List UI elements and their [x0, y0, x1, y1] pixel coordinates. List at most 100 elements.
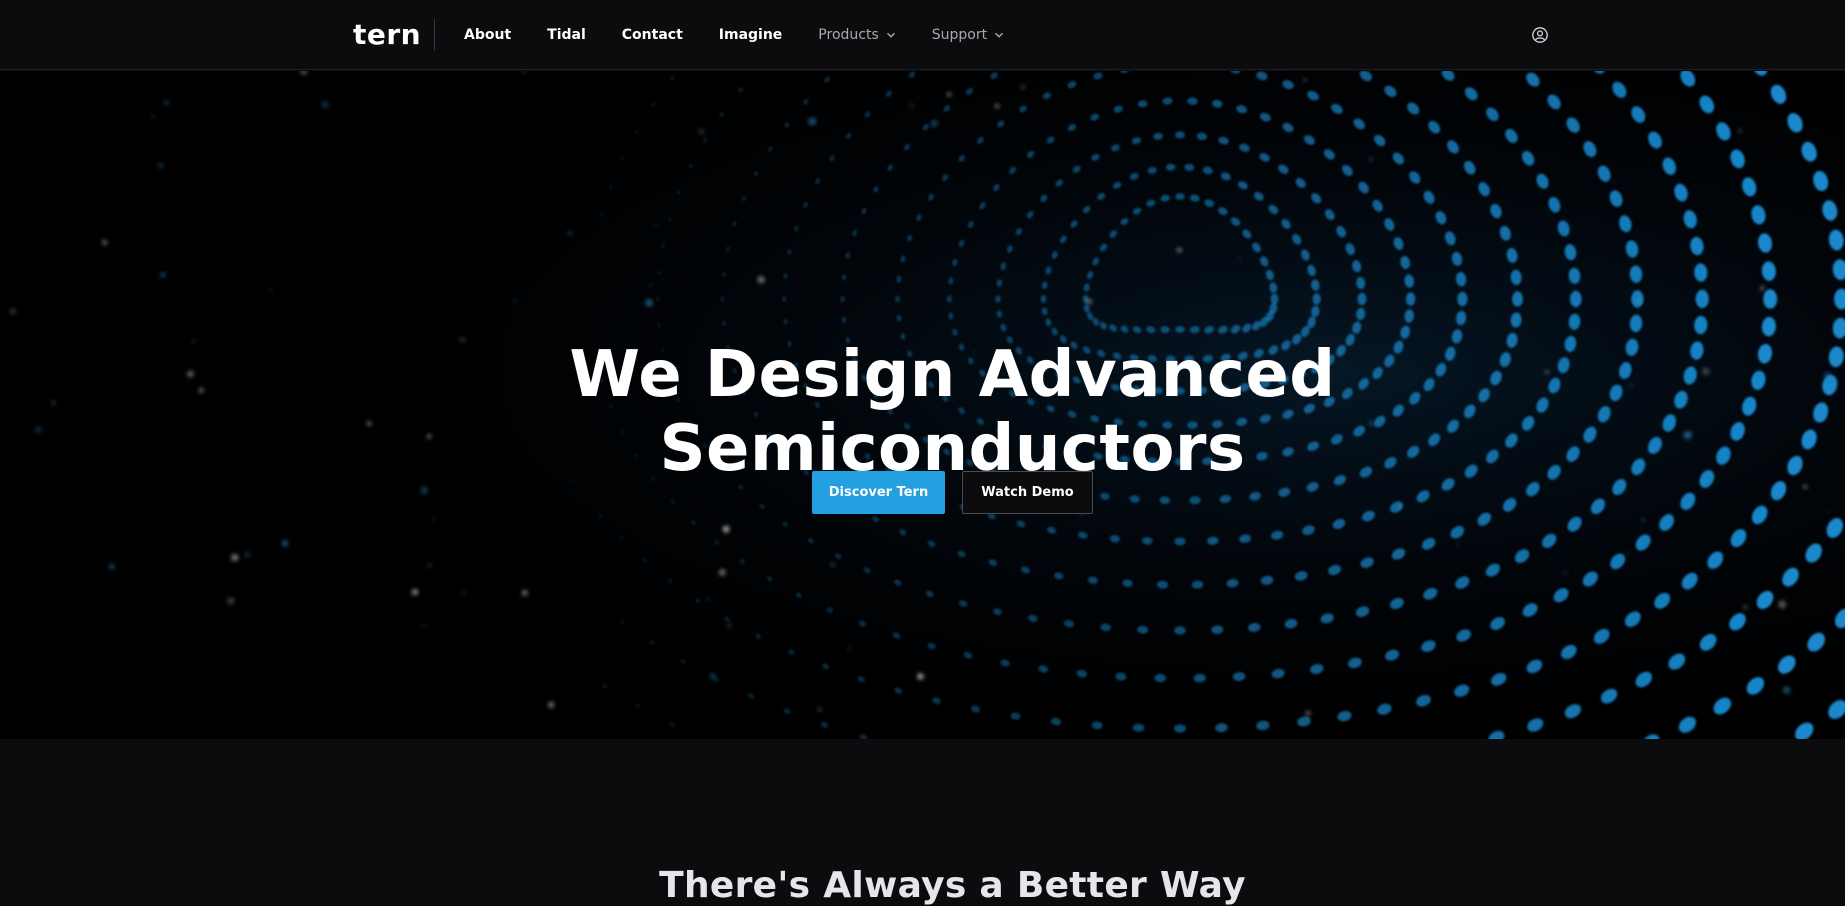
sparkle — [1612, 181, 1614, 184]
nav-about-label: About — [464, 27, 512, 43]
sparkle — [227, 597, 235, 605]
particle-dot — [720, 296, 725, 302]
nav-imagine-label: Imagine — [718, 27, 783, 43]
sparkle — [757, 276, 765, 284]
particle-dot — [1174, 537, 1186, 546]
sparkle — [1637, 299, 1641, 303]
sparkle — [1238, 257, 1241, 260]
sparkle — [706, 597, 709, 601]
sparkle — [10, 308, 16, 314]
sparkle — [420, 486, 428, 495]
intro-section: There's Always a Better Way — [0, 739, 1845, 906]
nav-products-label: Products — [818, 27, 879, 43]
sparkle — [930, 119, 938, 128]
sparkle — [818, 708, 821, 711]
particle-dot — [1695, 289, 1709, 309]
discover-tern-button[interactable]: Discover Tern — [812, 471, 945, 514]
sparkle — [462, 591, 466, 595]
watch-demo-button[interactable]: Watch Demo — [962, 471, 1093, 514]
sparkle — [282, 540, 288, 547]
nav-products-dropdown[interactable]: Products — [800, 20, 913, 50]
sparkle — [654, 223, 658, 227]
sparkle — [909, 104, 914, 108]
nav-contact-link[interactable]: Contact — [604, 20, 701, 50]
nav-tidal-link[interactable]: Tidal — [529, 20, 604, 50]
nav-imagine-link[interactable]: Imagine — [701, 20, 801, 50]
hero-title: We Design Advanced Semiconductors — [0, 338, 1845, 486]
particle-dot — [1405, 292, 1416, 306]
particle-dot — [1175, 193, 1185, 200]
sparkle — [1456, 542, 1460, 546]
sparkle — [1562, 570, 1568, 576]
sparkle — [1641, 518, 1646, 522]
sparkle — [718, 569, 726, 576]
sparkle — [830, 562, 835, 567]
sparkle — [548, 702, 554, 708]
sparkle — [513, 300, 517, 303]
particle-dot — [1312, 293, 1321, 305]
sparkle — [521, 590, 528, 596]
brand-logo[interactable]: tern — [353, 18, 421, 51]
nav-support-label: Support — [931, 27, 988, 43]
sparkle — [709, 673, 716, 680]
sparkle — [994, 103, 1000, 109]
chevron-down-icon — [886, 32, 895, 38]
sparkle — [321, 100, 329, 109]
sparkle — [151, 115, 155, 119]
particle-dot — [1357, 292, 1367, 306]
sparkle — [158, 163, 163, 168]
nav-contact-label: Contact — [621, 27, 683, 43]
sparkle — [1177, 248, 1182, 252]
sparkle — [432, 518, 436, 522]
sparkle — [1826, 509, 1829, 513]
particle-dot — [840, 295, 845, 303]
nav-about-link[interactable]: About — [446, 20, 529, 50]
sparkle — [1369, 157, 1373, 161]
sparkle — [1627, 552, 1630, 555]
particle-dot — [995, 295, 1001, 303]
sparkle — [1399, 505, 1402, 509]
particle-dot — [1174, 626, 1186, 635]
sparkle — [1021, 85, 1025, 89]
sparkle — [427, 563, 432, 568]
particle-dot — [1175, 326, 1185, 333]
particle-dot — [1270, 293, 1279, 305]
sparkle — [1303, 78, 1307, 82]
sparkle — [1086, 298, 1092, 305]
sparkle — [244, 551, 250, 558]
sparkle — [1760, 285, 1765, 291]
particle-dot — [1570, 290, 1582, 308]
user-circle-icon — [1532, 27, 1548, 43]
particle-dot — [1763, 289, 1778, 309]
sparkle — [1743, 605, 1748, 610]
sparkle — [722, 526, 730, 533]
particle-dot — [1040, 295, 1047, 303]
particle-dot — [1173, 724, 1187, 733]
sparkle — [422, 624, 426, 628]
sparkle — [102, 240, 108, 245]
particle-dot — [895, 295, 901, 303]
nav-support-dropdown[interactable]: Support — [914, 20, 1022, 50]
logo-divider — [434, 19, 435, 51]
sparkle — [411, 589, 418, 596]
sparkle — [109, 564, 115, 569]
main-nav: About Tidal Contact Imagine Products Sup… — [446, 20, 1022, 50]
account-button[interactable] — [1530, 25, 1550, 45]
sparkle — [808, 117, 817, 126]
hero-title-line1: We Design Advanced — [569, 337, 1336, 412]
particle-dot — [1631, 290, 1644, 308]
particle-dot — [1512, 291, 1523, 307]
sparkle — [917, 673, 924, 680]
sparkle — [698, 128, 704, 134]
hero-cta-group: Discover Tern Watch Demo — [812, 471, 1093, 514]
sparkle — [1778, 600, 1786, 609]
sparkle — [270, 289, 273, 292]
nav-tidal-label: Tidal — [547, 27, 586, 43]
site-header: tern About Tidal Contact Imagine Product… — [0, 0, 1845, 70]
particle-dot — [1174, 131, 1186, 139]
sparkle — [164, 100, 169, 105]
sparkle — [567, 230, 573, 236]
sparkle — [848, 648, 851, 651]
hero-section: We Design Advanced Semiconductors Discov… — [0, 71, 1845, 739]
sparkle — [1738, 128, 1742, 133]
